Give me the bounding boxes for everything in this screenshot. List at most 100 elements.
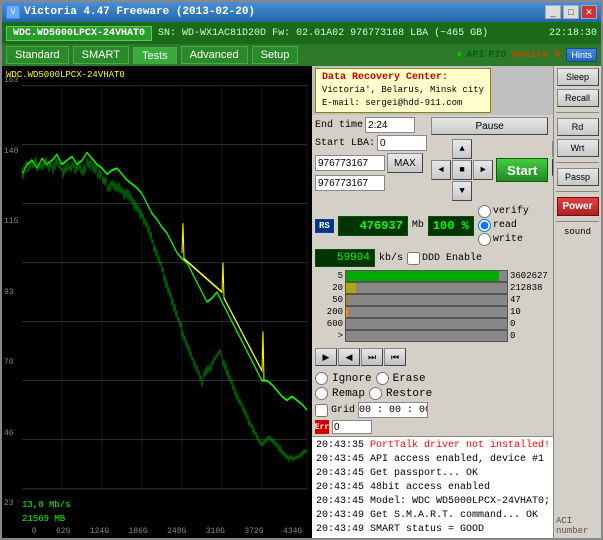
tab-advanced[interactable]: Advanced bbox=[181, 46, 248, 64]
verify-read-write: verify read write bbox=[478, 205, 529, 246]
grid-input[interactable] bbox=[358, 402, 428, 418]
lba-controls: End time Start LBA: MAX bbox=[312, 115, 553, 203]
recall-button[interactable]: Recall bbox=[557, 89, 599, 107]
dir-right[interactable]: ► bbox=[473, 160, 493, 180]
log-time-5: 20:43:49 bbox=[316, 510, 364, 521]
pause-button[interactable]: Pause bbox=[431, 117, 548, 135]
start-lba-input[interactable] bbox=[377, 135, 427, 151]
drive-lba: 976773168 LBA (~465 GB) bbox=[350, 28, 488, 39]
x-310g: 310G bbox=[206, 527, 225, 536]
direction-pad: ▲ ◄ ■ ► ▼ bbox=[431, 139, 493, 201]
write-radio[interactable] bbox=[478, 233, 491, 246]
rd-button[interactable]: Rd bbox=[557, 118, 599, 136]
hints-button[interactable]: Hints bbox=[566, 48, 597, 62]
log-text-1: API access enabled, device #1 bbox=[370, 454, 544, 465]
close-button[interactable]: ✕ bbox=[581, 5, 597, 19]
verify-radio[interactable] bbox=[478, 205, 491, 218]
bar-row-2: 50 47 bbox=[315, 294, 550, 306]
kbs-row: 59904 kb/s DDD Enable bbox=[312, 248, 553, 268]
start-button[interactable]: Start bbox=[496, 158, 548, 182]
drive-info-bar: WDC.WD5000LPCX-24VHAT0 SN: WD-WX1AC81D20… bbox=[2, 22, 601, 44]
rewind-button[interactable]: ◀ bbox=[338, 348, 360, 366]
dir-down[interactable]: ▼ bbox=[452, 181, 472, 201]
bar-label-5: > bbox=[315, 331, 343, 341]
y-label-23: 23 bbox=[4, 499, 18, 508]
erase-radio[interactable] bbox=[376, 372, 389, 385]
restore-radio[interactable] bbox=[369, 387, 382, 400]
log-time-6: 20:43:49 bbox=[316, 524, 364, 535]
read-radio[interactable] bbox=[478, 219, 491, 232]
dir-up[interactable]: ▲ bbox=[452, 139, 472, 159]
drive-model[interactable]: WDC.WD5000LPCX-24VHAT0 bbox=[6, 26, 152, 41]
rs-section: RS bbox=[315, 219, 334, 233]
tab-setup[interactable]: Setup bbox=[252, 46, 299, 64]
y-label-70: 70 bbox=[4, 358, 18, 367]
ddd-enable-checkbox[interactable] bbox=[407, 252, 420, 265]
percent-display: 100 % bbox=[428, 216, 474, 236]
log-area: 20:43:35 PortTalk driver not installed! … bbox=[312, 436, 553, 538]
log-line-4: 20:43:45 Model: WDC WD5000LPCX-24VHAT0; … bbox=[316, 495, 549, 509]
separator-1 bbox=[556, 112, 599, 113]
max-button[interactable]: MAX bbox=[387, 153, 423, 173]
log-line-2: 20:43:45 Get passport... OK bbox=[316, 467, 549, 481]
sound-label[interactable]: sound bbox=[564, 227, 591, 237]
write-label[interactable]: write bbox=[478, 233, 529, 246]
log-text-5: Get S.M.A.R.T. command... OK bbox=[370, 510, 538, 521]
passp-button[interactable]: Passp bbox=[557, 168, 599, 186]
player-section: ▶ ◀ ⏭ ⏮ bbox=[312, 344, 553, 370]
sleep-button[interactable]: Sleep bbox=[557, 68, 599, 86]
device-label: Device 0 bbox=[512, 50, 560, 61]
middle-controls: Pause ▲ ◄ ■ ► ▼ Start bbox=[431, 117, 548, 201]
lba-section: End time Start LBA: MAX bbox=[315, 117, 427, 191]
ignore-radio[interactable] bbox=[315, 372, 328, 385]
ddd-enable-label[interactable]: DDD Enable bbox=[407, 252, 482, 265]
kb-display: 59904 bbox=[315, 249, 375, 267]
maximize-button[interactable]: □ bbox=[563, 5, 579, 19]
tab-tests[interactable]: Tests bbox=[133, 47, 177, 64]
log-time-4: 20:43:45 bbox=[316, 496, 364, 507]
grid-label: Grid bbox=[331, 405, 355, 416]
verify-label[interactable]: verify bbox=[478, 205, 529, 218]
read-label[interactable]: read bbox=[478, 219, 529, 232]
log-line-3: 20:43:45 48bit access enabled bbox=[316, 481, 549, 495]
bar-fill-3 bbox=[346, 307, 348, 317]
log-text-4: Model: WDC WD5000LPCX-24VHAT0; Capacity:… bbox=[370, 496, 553, 507]
err-box: Err bbox=[315, 420, 329, 434]
wrt-button[interactable]: Wrt bbox=[557, 139, 599, 157]
sidebar-right: Sleep Recall Rd Wrt Passp Power sound AC… bbox=[553, 66, 601, 538]
x-434g: 434G bbox=[283, 527, 302, 536]
tab-standard[interactable]: Standard bbox=[6, 46, 69, 64]
bars-section: 5 3602627 20 212838 50 47 200 10 600 0 > bbox=[312, 268, 553, 344]
bar-fill-2 bbox=[346, 295, 348, 305]
menu-bar: Standard SMART Tests Advanced Setup ● AP… bbox=[2, 44, 601, 66]
power-button[interactable]: Power bbox=[557, 197, 599, 216]
end-time-row: End time bbox=[315, 117, 427, 133]
tab-smart[interactable]: SMART bbox=[73, 46, 129, 64]
bar-row-5: > 0 bbox=[315, 330, 550, 342]
dir-center[interactable]: ■ bbox=[452, 160, 472, 180]
end-lba-input[interactable] bbox=[315, 155, 385, 171]
dir-left[interactable]: ◄ bbox=[431, 160, 451, 180]
log-line-7: 20:44:56 Get passport... OK bbox=[316, 537, 549, 538]
step-forward-button[interactable]: ⏭ bbox=[361, 348, 383, 366]
y-label-140: 140 bbox=[4, 147, 18, 156]
bar-label-3: 200 bbox=[315, 307, 343, 317]
x-62g: 62G bbox=[56, 527, 70, 536]
bar-count-1: 212838 bbox=[510, 283, 550, 293]
title-bar-left: V Victoria 4.47 Freeware (2013-02-20) bbox=[6, 5, 255, 19]
play-button[interactable]: ▶ bbox=[315, 348, 337, 366]
end-button[interactable]: ⏮ bbox=[384, 348, 406, 366]
end-time-input[interactable] bbox=[365, 117, 415, 133]
bar-track-4 bbox=[345, 318, 508, 330]
remap-radio[interactable] bbox=[315, 387, 328, 400]
minimize-button[interactable]: _ bbox=[545, 5, 561, 19]
grid-checkbox[interactable] bbox=[315, 404, 328, 417]
mb-display: 476937 bbox=[338, 216, 408, 236]
x-axis-labels: 0 62G 124G 186G 248G 310G 372G 434G bbox=[22, 527, 312, 536]
err-count[interactable] bbox=[332, 420, 372, 434]
api-text: API bbox=[466, 50, 484, 61]
separator-3 bbox=[556, 191, 599, 192]
bar-track-1 bbox=[345, 282, 508, 294]
end-lba2-input[interactable] bbox=[315, 175, 385, 191]
chart-size-label: 21569 MB bbox=[22, 514, 65, 524]
